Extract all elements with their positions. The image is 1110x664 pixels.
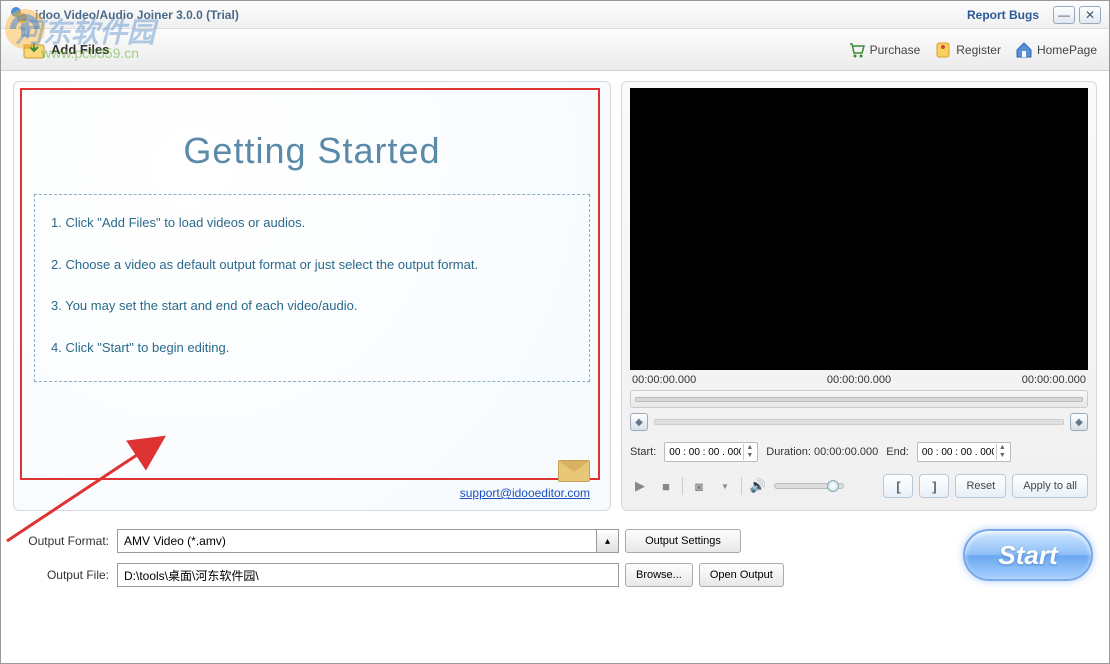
step-2: 2. Choose a video as default output form… xyxy=(51,255,573,275)
mark-out-button[interactable]: ] xyxy=(919,474,949,498)
titlebar: idoo Video/Audio Joiner 3.0.0 (Trial) Re… xyxy=(1,1,1109,29)
seek-bar[interactable] xyxy=(630,390,1088,408)
getting-started-heading: Getting Started xyxy=(34,130,590,172)
stop-button[interactable]: ■ xyxy=(656,476,676,496)
preview-panel: 00:00:00.000 00:00:00.000 00:00:00.000 ◆… xyxy=(621,81,1097,511)
register-icon xyxy=(934,41,952,59)
envelope-icon xyxy=(558,460,590,482)
minimize-button[interactable]: — xyxy=(1053,6,1075,24)
volume-icon[interactable]: 🔊 xyxy=(748,476,768,496)
step-4: 4. Click "Start" to begin editing. xyxy=(51,338,573,358)
end-down[interactable]: ▼ xyxy=(996,452,1008,460)
cart-icon xyxy=(848,41,866,59)
add-files-icon xyxy=(23,41,45,59)
mark-in-button[interactable]: [ xyxy=(883,474,913,498)
start-label: Start: xyxy=(630,446,656,458)
steps-box: 1. Click "Add Files" to load videos or a… xyxy=(34,194,590,382)
open-output-button[interactable]: Open Output xyxy=(699,563,784,587)
start-button[interactable]: Start xyxy=(963,529,1093,581)
volume-slider[interactable] xyxy=(774,483,844,489)
start-time-input[interactable]: ▲▼ xyxy=(664,442,758,462)
getting-started-panel: Getting Started 1. Click "Add Files" to … xyxy=(13,81,611,511)
start-down[interactable]: ▼ xyxy=(743,452,755,460)
purchase-link[interactable]: Purchase xyxy=(848,41,921,59)
time-start-marker: 00:00:00.000 xyxy=(632,374,696,386)
end-up[interactable]: ▲ xyxy=(996,444,1008,452)
add-files-label: Add Files xyxy=(51,42,110,57)
window-title: idoo Video/Audio Joiner 3.0.0 (Trial) xyxy=(35,8,967,22)
trim-bar[interactable] xyxy=(654,419,1064,425)
reset-button[interactable]: Reset xyxy=(955,474,1006,498)
add-files-button[interactable]: Add Files xyxy=(13,34,120,66)
snapshot-menu[interactable]: ▼ xyxy=(715,476,735,496)
output-file-input[interactable] xyxy=(117,563,619,587)
end-time-input[interactable]: ▲▼ xyxy=(917,442,1011,462)
close-button[interactable]: ✕ xyxy=(1079,6,1101,24)
start-up[interactable]: ▲ xyxy=(743,444,755,452)
output-settings-button[interactable]: Output Settings xyxy=(625,529,741,553)
output-format-dropdown[interactable]: ▴ xyxy=(597,529,619,553)
register-link[interactable]: Register xyxy=(934,41,1001,59)
home-icon xyxy=(1015,41,1033,59)
trim-start-handle[interactable]: ◆ xyxy=(630,413,648,431)
output-format-input[interactable] xyxy=(117,529,597,553)
homepage-link[interactable]: HomePage xyxy=(1015,41,1097,59)
step-1: 1. Click "Add Files" to load videos or a… xyxy=(51,213,573,233)
time-current-marker: 00:00:00.000 xyxy=(827,374,891,386)
video-preview[interactable] xyxy=(630,88,1088,370)
support-email-link[interactable]: support@idooeditor.com xyxy=(460,486,590,500)
output-format-label: Output Format: xyxy=(17,534,117,548)
output-file-label: Output File: xyxy=(17,568,117,582)
duration-value: 00:00:00.000 xyxy=(814,446,878,458)
report-bugs-link[interactable]: Report Bugs xyxy=(967,8,1039,22)
apply-to-all-button[interactable]: Apply to all xyxy=(1012,474,1088,498)
toolbar: Add Files Purchase Register HomePage xyxy=(1,29,1109,71)
duration-label: Duration: xyxy=(766,446,811,458)
end-label: End: xyxy=(886,446,909,458)
play-button[interactable]: ▶ xyxy=(630,476,650,496)
browse-button[interactable]: Browse... xyxy=(625,563,693,587)
step-3: 3. You may set the start and end of each… xyxy=(51,296,573,316)
snapshot-button[interactable]: ◙ xyxy=(689,476,709,496)
app-icon xyxy=(9,5,29,25)
time-end-marker: 00:00:00.000 xyxy=(1022,374,1086,386)
trim-end-handle[interactable]: ◆ xyxy=(1070,413,1088,431)
